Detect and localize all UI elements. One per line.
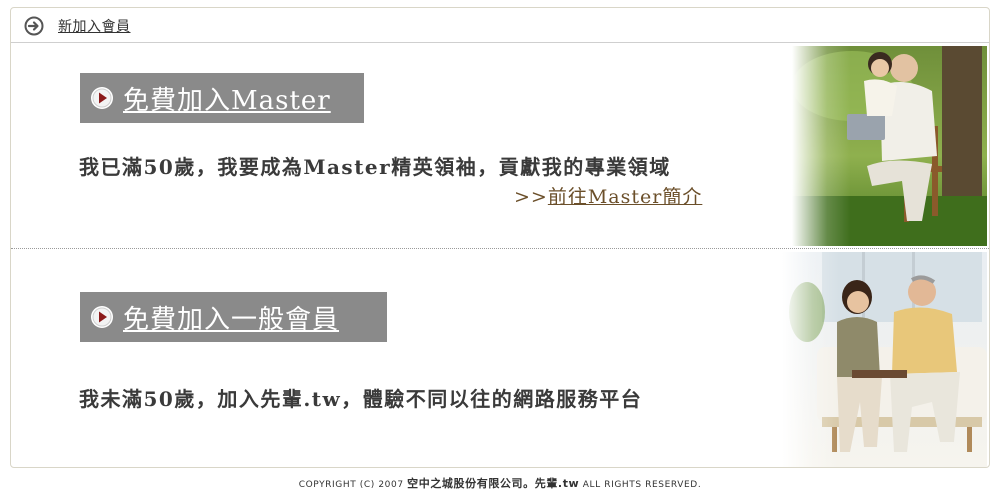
copyright-footer: COPYRIGHT (C) 2007 空中之城股份有限公司。先輩.tw ALL … (0, 475, 1000, 491)
senior-couple-outdoor-photo (792, 46, 987, 246)
play-icon (91, 87, 113, 109)
join-general-label: 免費加入一般會員 (123, 304, 340, 335)
footer-suffix: ALL RIGHTS RESERVED. (579, 480, 702, 490)
play-icon (91, 306, 113, 328)
general-section: 免費加入一般會員 我未滿50歲，加入先輩.tw，體驗不同以往的網路服務平台 (11, 250, 989, 467)
master-intro-link-row: >>前往Master簡介 (514, 182, 702, 209)
join-master-button[interactable]: 免費加入Master (80, 73, 364, 123)
master-description: 我已滿50歲，我要成為Master精英領袖，貢獻我的專業領域 (79, 155, 671, 179)
main-frame: 新加入會員 免費加入Master 我已滿50歲，我要成為Master精英領袖，貢… (10, 7, 990, 468)
master-section: 免費加入Master 我已滿50歲，我要成為Master精英領袖，貢獻我的專業領… (11, 44, 989, 249)
arrow-circle-icon (24, 16, 44, 36)
footer-brand: 空中之城股份有限公司。先輩.tw (407, 477, 580, 490)
join-master-label: 免費加入Master (123, 85, 331, 116)
header-title-link[interactable]: 新加入會員 (58, 16, 131, 36)
footer-prefix: COPYRIGHT (C) 2007 (298, 480, 408, 490)
join-general-button[interactable]: 免費加入一般會員 (80, 292, 387, 342)
header-bar: 新加入會員 (11, 8, 989, 43)
general-description: 我未滿50歲，加入先輩.tw，體驗不同以往的網路服務平台 (79, 387, 643, 411)
more-arrows: >> (514, 186, 548, 208)
senior-couple-sofa-photo (782, 252, 987, 467)
master-intro-link[interactable]: 前往Master簡介 (548, 186, 703, 208)
